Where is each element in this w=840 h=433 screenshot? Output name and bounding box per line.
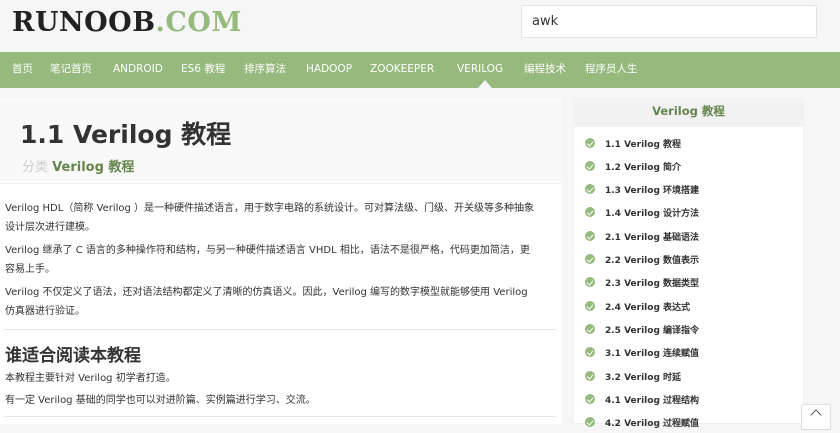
sidebar-item[interactable]: 1.4 Verilog 设计方法 <box>585 205 699 223</box>
sidebar-item[interactable]: 2.4 Verilog 表达式 <box>585 299 690 317</box>
divider <box>4 416 556 417</box>
paragraph-line: Verilog 继承了 C 语言的多种操作符和结构，与另一种硬件描述语言 VHD… <box>5 245 530 256</box>
sidebar-item[interactable]: 1.3 Verilog 环境搭建 <box>585 182 699 200</box>
paragraph-line: 仿真器进行验证。 <box>5 306 85 317</box>
site-header: RUNOOB.COM <box>0 0 840 52</box>
sidebar-item-label: 2.3 Verilog 数据类型 <box>605 279 700 289</box>
nav-item-hadoop[interactable]: HADOOP <box>306 52 352 88</box>
check-icon <box>585 184 595 194</box>
nav-item-es6[interactable]: ES6 教程 <box>181 52 225 88</box>
paragraph-line: Verilog HDL（简称 Verilog ）是一种硬件描述语言，用于数字电路… <box>5 203 535 214</box>
nav-item-home[interactable]: 首页 <box>12 52 33 88</box>
sidebar-item[interactable]: 2.1 Verilog 基础语法 <box>585 229 699 247</box>
category: 分类 Verilog 教程 <box>22 156 134 175</box>
nav-item-programmer-life[interactable]: 程序员人生 <box>585 52 638 88</box>
sidebar-item[interactable]: 2.3 Verilog 数据类型 <box>585 275 699 293</box>
sidebar-item-label: 3.1 Verilog 连续赋值 <box>605 349 700 359</box>
sidebar-item[interactable]: 1.2 Verilog 简介 <box>585 159 681 177</box>
page-title: 1.1 Verilog 教程 <box>20 120 232 149</box>
sidebar-item[interactable]: 3.2 Verilog 时延 <box>585 369 681 387</box>
paragraph-line: 容易上手。 <box>5 264 55 275</box>
active-nav-indicator <box>478 80 492 88</box>
sidebar-item-label: 1.1 Verilog 教程 <box>605 140 682 150</box>
sidebar-item[interactable]: 4.2 Verilog 过程赋值 <box>585 415 699 433</box>
check-icon <box>585 301 595 311</box>
back-to-top-button[interactable] <box>801 404 831 430</box>
paragraph-line: 有一定 Verilog 基础的同学也可以对进阶篇、实例篇进行学习、交流。 <box>5 395 316 406</box>
category-label: 分类 <box>22 160 49 175</box>
check-icon <box>585 277 595 287</box>
sidebar-item[interactable]: 1.1 Verilog 教程 <box>585 136 681 154</box>
sidebar-item[interactable]: 2.5 Verilog 编译指令 <box>585 322 699 340</box>
sidebar-item-label: 2.5 Verilog 编译指令 <box>605 326 700 336</box>
logo-text: RUNOOB <box>12 7 156 38</box>
nav-item-sorting[interactable]: 排序算法 <box>244 52 286 88</box>
paragraph-line: 本教程主要针对 Verilog 初学者打造。 <box>5 373 176 384</box>
article-content: 1.1 Verilog 教程 分类 Verilog 教程 Verilog HDL… <box>0 98 562 424</box>
sidebar-toc: Verilog 教程 1.1 Verilog 教程 1.2 Verilog 简介… <box>573 98 804 429</box>
sidebar-item-label: 4.1 Verilog 过程结构 <box>605 396 700 406</box>
nav-item-zookeeper[interactable]: ZOOKEEPER <box>370 52 434 88</box>
logo-domain: .COM <box>155 7 242 38</box>
sidebar-item-label: 1.4 Verilog 设计方法 <box>605 209 700 219</box>
sidebar-item-label: 4.2 Verilog 过程赋值 <box>605 419 700 429</box>
check-icon <box>585 231 595 241</box>
paragraph-line: 设计层次进行建模。 <box>5 222 95 233</box>
top-nav: 首页 笔记首页 ANDROID ES6 教程 排序算法 HADOOP ZOOKE… <box>0 52 840 88</box>
check-icon <box>585 254 595 264</box>
article-header: 1.1 Verilog 教程 分类 Verilog 教程 <box>0 98 562 184</box>
sidebar-item-label: 1.3 Verilog 环境搭建 <box>605 186 700 196</box>
chevron-up-icon <box>810 409 822 421</box>
check-icon <box>585 347 595 357</box>
sidebar-item[interactable]: 4.1 Verilog 过程结构 <box>585 392 699 410</box>
sidebar-item-label: 1.2 Verilog 简介 <box>605 163 682 173</box>
sidebar-item-label: 3.2 Verilog 时延 <box>605 373 682 383</box>
check-icon <box>585 394 595 404</box>
sidebar-item-label: 2.4 Verilog 表达式 <box>605 303 691 313</box>
search-input[interactable] <box>521 5 817 38</box>
divider <box>4 329 556 330</box>
check-icon <box>585 161 595 171</box>
check-icon <box>585 324 595 334</box>
check-icon <box>585 417 595 427</box>
site-logo[interactable]: RUNOOB.COM <box>12 6 242 40</box>
paragraph-line: Verilog 不仅定义了语法，还对语法结构都定义了清晰的仿真语义。因此，Ver… <box>5 287 528 298</box>
nav-item-android[interactable]: ANDROID <box>113 52 163 88</box>
sidebar-item[interactable]: 3.1 Verilog 连续赋值 <box>585 345 699 363</box>
sidebar-item-label: 2.1 Verilog 基础语法 <box>605 233 700 243</box>
check-icon <box>585 371 595 381</box>
nav-item-notes[interactable]: 笔记首页 <box>50 52 92 88</box>
sidebar-item[interactable]: 2.2 Verilog 数值表示 <box>585 252 699 270</box>
section-title: 谁适合阅读本教程 <box>5 346 141 366</box>
nav-item-programming[interactable]: 编程技术 <box>524 52 566 88</box>
sidebar-item-label: 2.2 Verilog 数值表示 <box>605 256 700 266</box>
check-icon <box>585 138 595 148</box>
sidebar-title: Verilog 教程 <box>574 99 803 127</box>
check-icon <box>585 207 595 217</box>
category-link[interactable]: Verilog 教程 <box>52 160 134 175</box>
